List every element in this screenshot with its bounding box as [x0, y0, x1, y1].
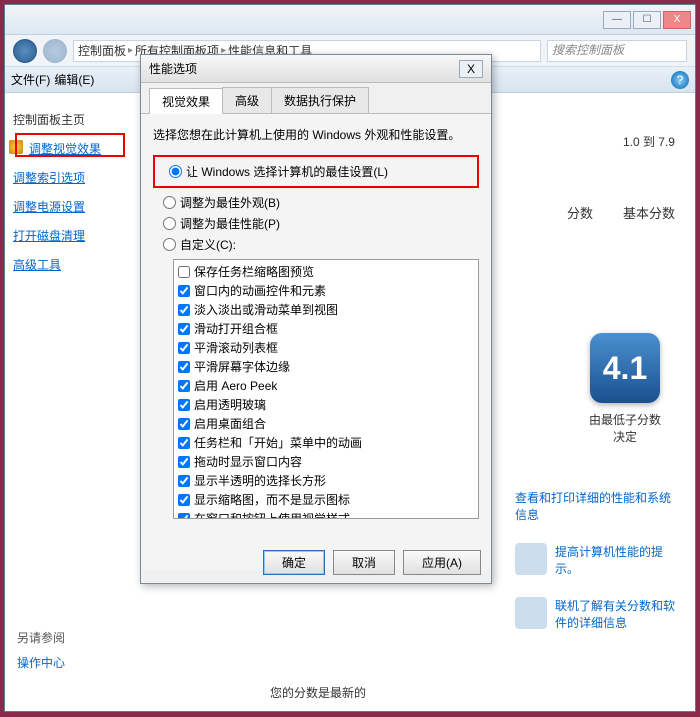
- effect-label: 启用透明玻璃: [194, 396, 266, 413]
- menu-edit[interactable]: 编辑(E): [54, 71, 94, 88]
- radio-let-windows-input[interactable]: [169, 165, 182, 178]
- link-learn-online[interactable]: 联机了解有关分数和软件的详细信息: [515, 597, 675, 631]
- effect-checkbox-row[interactable]: 窗口内的动画控件和元素: [176, 281, 476, 300]
- effect-checkbox-row[interactable]: 任务栏和「开始」菜单中的动画: [176, 433, 476, 452]
- effect-checkbox-row[interactable]: 保存任务栏缩略图预览: [176, 262, 476, 281]
- effect-checkbox[interactable]: [178, 342, 190, 354]
- effect-label: 滑动打开组合框: [194, 320, 278, 337]
- tab-dep[interactable]: 数据执行保护: [271, 87, 369, 113]
- effect-label: 显示半透明的选择长方形: [194, 472, 326, 489]
- radio-best-performance[interactable]: 调整为最佳性能(P): [163, 215, 479, 232]
- effect-checkbox[interactable]: [178, 399, 190, 411]
- effect-checkbox-row[interactable]: 显示缩略图，而不是显示图标: [176, 490, 476, 509]
- dialog-close-button[interactable]: X: [459, 60, 483, 78]
- effect-label: 启用桌面组合: [194, 415, 266, 432]
- effect-checkbox[interactable]: [178, 437, 190, 449]
- online-icon: [515, 597, 547, 629]
- see-also-label: 另请参阅: [17, 629, 65, 646]
- chevron-right-icon: ▸: [128, 45, 133, 56]
- performance-options-dialog: 性能选项 X 视觉效果 高级 数据执行保护 选择您想在此计算机上使用的 Wind…: [140, 54, 492, 584]
- score-freshness: 您的分数是最新的: [270, 684, 366, 701]
- apply-button[interactable]: 应用(A): [403, 550, 481, 575]
- radio-best-appearance-input[interactable]: [163, 196, 176, 209]
- effect-label: 拖动时显示窗口内容: [194, 453, 302, 470]
- close-button[interactable]: X: [663, 11, 691, 29]
- effect-checkbox[interactable]: [178, 285, 190, 297]
- effect-checkbox[interactable]: [178, 266, 190, 278]
- dialog-tabs: 视觉效果 高级 数据执行保护: [141, 83, 491, 114]
- effect-label: 任务栏和「开始」菜单中的动画: [194, 434, 362, 451]
- maximize-button[interactable]: ☐: [633, 11, 661, 29]
- effect-checkbox-row[interactable]: 淡入淡出或滑动菜单到视图: [176, 300, 476, 319]
- effect-label: 窗口内的动画控件和元素: [194, 282, 326, 299]
- effect-checkbox[interactable]: [178, 494, 190, 506]
- effect-checkbox[interactable]: [178, 456, 190, 468]
- effect-checkbox-row[interactable]: 平滑滚动列表框: [176, 338, 476, 357]
- forward-button[interactable]: [43, 39, 67, 63]
- back-button[interactable]: [13, 39, 37, 63]
- titlebar: — ☐ X: [5, 5, 695, 35]
- effect-checkbox-row[interactable]: 启用透明玻璃: [176, 395, 476, 414]
- effect-checkbox-row[interactable]: 滑动打开组合框: [176, 319, 476, 338]
- dialog-titlebar: 性能选项 X: [141, 55, 491, 83]
- dialog-description: 选择您想在此计算机上使用的 Windows 外观和性能设置。: [153, 126, 479, 143]
- ok-button[interactable]: 确定: [263, 550, 325, 575]
- action-center-link[interactable]: 操作中心: [17, 654, 65, 671]
- effect-checkbox[interactable]: [178, 418, 190, 430]
- radio-best-appearance[interactable]: 调整为最佳外观(B): [163, 194, 479, 211]
- effect-checkbox-row[interactable]: 在窗口和按钮上使用视觉样式: [176, 509, 476, 519]
- tips-icon: [515, 543, 547, 575]
- effect-label: 平滑屏幕字体边缘: [194, 358, 290, 375]
- effect-checkbox[interactable]: [178, 513, 190, 520]
- radio-best-performance-input[interactable]: [163, 217, 176, 230]
- effect-checkbox-row[interactable]: 拖动时显示窗口内容: [176, 452, 476, 471]
- effect-label: 淡入淡出或滑动菜单到视图: [194, 301, 338, 318]
- effect-label: 启用 Aero Peek: [194, 377, 277, 394]
- effect-checkbox-row[interactable]: 启用 Aero Peek: [176, 376, 476, 395]
- effects-checklist[interactable]: 保存任务栏缩略图预览窗口内的动画控件和元素淡入淡出或滑动菜单到视图滑动打开组合框…: [173, 259, 479, 519]
- effect-checkbox[interactable]: [178, 304, 190, 316]
- bc-item[interactable]: 控制面板: [78, 42, 126, 59]
- sidebar-power[interactable]: 调整电源设置: [11, 192, 124, 221]
- watermark: 系统之家: [634, 689, 690, 709]
- radio-let-windows[interactable]: 让 Windows 选择计算机的最佳设置(L): [169, 163, 473, 180]
- effect-label: 显示缩略图，而不是显示图标: [194, 491, 350, 508]
- sidebar-disk-cleanup[interactable]: 打开磁盘清理: [11, 221, 124, 250]
- effect-checkbox[interactable]: [178, 475, 190, 487]
- sidebar-visual-effects[interactable]: 调整视觉效果: [11, 134, 124, 163]
- tab-advanced[interactable]: 高级: [222, 87, 272, 113]
- radio-custom[interactable]: 自定义(C):: [163, 236, 479, 253]
- effect-checkbox[interactable]: [178, 323, 190, 335]
- col-score: 分数: [567, 203, 593, 222]
- score-range: 1.0 到 7.9: [623, 133, 675, 150]
- tab-visual-effects[interactable]: 视觉效果: [149, 88, 223, 114]
- link-tips[interactable]: 提高计算机性能的提示。: [515, 543, 675, 577]
- radio-custom-input[interactable]: [163, 238, 176, 251]
- effect-label: 平滑滚动列表框: [194, 339, 278, 356]
- minimize-button[interactable]: —: [603, 11, 631, 29]
- score-badge: 4.1: [590, 333, 660, 403]
- help-icon[interactable]: ?: [671, 71, 689, 89]
- sidebar-home[interactable]: 控制面板主页: [11, 105, 124, 134]
- effect-checkbox[interactable]: [178, 380, 190, 392]
- effect-checkbox-row[interactable]: 启用桌面组合: [176, 414, 476, 433]
- sidebar: 控制面板主页 调整视觉效果 调整索引选项 调整电源设置 打开磁盘清理 高级工具 …: [5, 93, 130, 711]
- link-print-details[interactable]: 查看和打印详细的性能和系统信息: [515, 489, 675, 523]
- col-base: 基本分数: [623, 203, 675, 222]
- sidebar-advanced-tools[interactable]: 高级工具: [11, 250, 124, 279]
- effect-label: 在窗口和按钮上使用视觉样式: [194, 510, 350, 519]
- effect-checkbox-row[interactable]: 显示半透明的选择长方形: [176, 471, 476, 490]
- dialog-title: 性能选项: [149, 60, 197, 77]
- cancel-button[interactable]: 取消: [333, 550, 395, 575]
- menu-file[interactable]: 文件(F): [11, 71, 50, 88]
- effect-checkbox-row[interactable]: 平滑屏幕字体边缘: [176, 357, 476, 376]
- score-caption: 由最低子分数决定: [585, 411, 665, 445]
- effect-label: 保存任务栏缩略图预览: [194, 263, 314, 280]
- effect-checkbox[interactable]: [178, 361, 190, 373]
- search-input[interactable]: 搜索控制面板: [547, 40, 687, 62]
- sidebar-indexing[interactable]: 调整索引选项: [11, 163, 124, 192]
